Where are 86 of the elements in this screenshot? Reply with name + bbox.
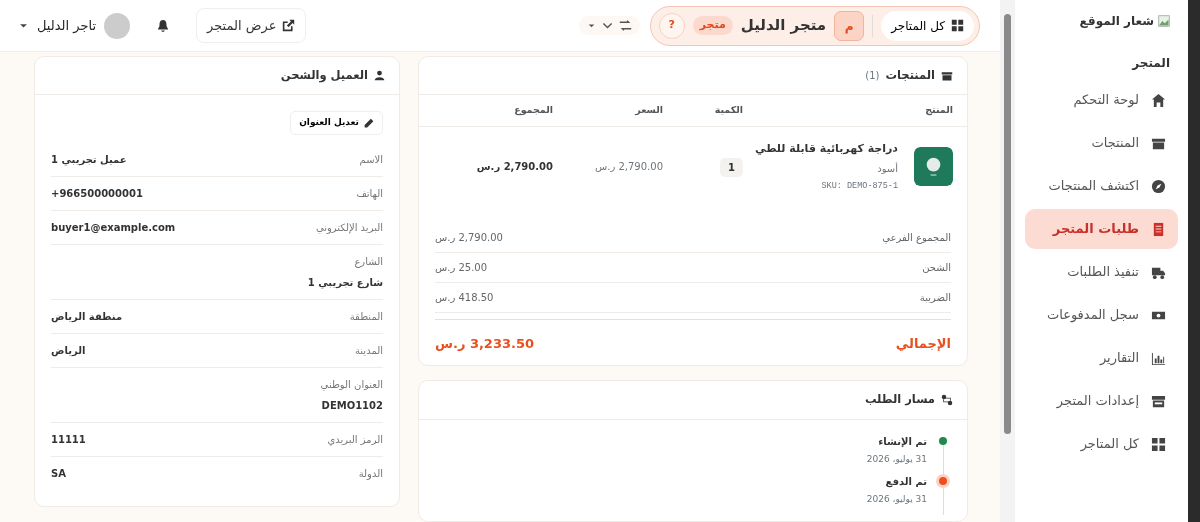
home-icon [1151, 92, 1166, 108]
unit-price: 2,790.00 ر.س [594, 160, 663, 175]
compass-icon [1151, 178, 1166, 194]
box-icon [941, 69, 953, 82]
field-label: الدولة [358, 466, 383, 481]
sidebar-item[interactable]: كل المتاجر [1025, 424, 1178, 464]
column-header: المنتج [924, 103, 953, 118]
field-value: +966500000001 [51, 186, 143, 201]
store-icon [1151, 393, 1166, 409]
total-label: الإجمالي [895, 334, 951, 353]
user-name: تاجر الدليل [37, 16, 97, 35]
scrollbar[interactable] [1000, 0, 1015, 522]
receipt-icon [1151, 221, 1166, 237]
sidebar-item[interactable]: سجل المدفوعات [1025, 295, 1178, 335]
event-date: 31 يوليو، 2026 [866, 452, 927, 466]
view-store-button[interactable]: عرض المتجر [196, 7, 307, 44]
sidebar-item[interactable]: لوحة التحكم [1025, 80, 1178, 120]
product-sku: SKU: DEMO-875-1 [820, 180, 898, 193]
summary-value: 2,790.00 ر.س [435, 230, 503, 245]
field-value: 11111 [51, 432, 86, 447]
total-value: 3,233.50 ر.س [435, 334, 535, 353]
field-label: الرمز البريدي [327, 432, 383, 447]
field-value: الرياض [51, 343, 86, 358]
summary-label: المجموع الفرعي [882, 230, 951, 245]
column-header: الكمية [713, 103, 743, 118]
field-value: DEMO1102 [321, 398, 383, 413]
all-stores-button[interactable]: كل المتاجر [881, 10, 974, 41]
field-label: المنطقة [349, 309, 383, 324]
avatar [104, 12, 131, 39]
summary-label: الشحن [922, 260, 951, 275]
field-label: الشارع [354, 254, 383, 269]
help-button[interactable]: ? [658, 12, 685, 39]
sidebar-item[interactable]: تنفيذ الطلبات [1025, 252, 1178, 292]
sidebar-item[interactable]: إعدادات المتجر [1025, 381, 1178, 421]
field-label: الهاتف [356, 186, 383, 201]
summary-label: الضريبة [919, 290, 951, 305]
edit-address-button[interactable]: تعديل العنوان [290, 111, 383, 135]
field-value: عميل تجريبي 1 [51, 152, 127, 167]
column-header: السعر [634, 103, 663, 118]
sidebar-item[interactable]: التقارير [1025, 338, 1178, 378]
user-icon [374, 70, 385, 82]
store-badge: متجر [692, 16, 733, 35]
card-title: المنتجات [885, 67, 935, 84]
grid-icon [1151, 436, 1166, 452]
quantity: 1 [720, 157, 743, 177]
window-scrollbar[interactable] [1188, 0, 1200, 522]
logo-text: شعار الموقع [1079, 13, 1154, 30]
card-title: مسار الطلب [864, 391, 935, 409]
bell-icon [156, 19, 171, 33]
field-label: الاسم [359, 152, 383, 167]
field-value: buyer1@example.com [51, 220, 176, 235]
section-heading: المتجر [1130, 55, 1171, 72]
product-variant: أسود [876, 161, 898, 176]
summary-value: 418.50 ر.س [435, 290, 494, 305]
item-count: (1) [865, 69, 880, 84]
event-label: تم الدفع [884, 475, 927, 489]
field-label: البريد الإلكتروني [315, 220, 383, 235]
chevron-icon [601, 20, 613, 31]
field-value: SA [51, 466, 66, 481]
sidebar-item[interactable]: اكتشف المنتجات [1025, 166, 1178, 206]
broken-image-icon [1158, 15, 1170, 27]
route-icon [941, 393, 953, 406]
field-value: شارع تجريبي 1 [307, 275, 383, 290]
swap-icon [618, 19, 632, 32]
event-label: تم الإنشاء [877, 434, 927, 449]
event-date: 31 يوليو، 2026 [866, 493, 927, 506]
external-link-icon [282, 19, 296, 32]
switch-store-dropdown[interactable] [578, 16, 640, 35]
sidebar-item[interactable]: طلبات المتجر [1025, 209, 1178, 249]
card-title: العميل والشحن [280, 67, 368, 85]
field-value: منطقة الرياض [51, 309, 123, 324]
caret-icon [586, 21, 596, 30]
grid-icon [951, 19, 964, 32]
user-menu[interactable]: تاجر الدليل [18, 12, 131, 39]
summary-value: 25.00 ر.س [435, 260, 488, 275]
store-avatar: م [834, 10, 865, 41]
product-name: دراجة كهربائية قابلة للطي [755, 140, 898, 157]
column-header: المجموع [513, 103, 553, 118]
store-name: متجر الدليل [740, 15, 827, 37]
field-label: المدينة [354, 343, 383, 358]
pencil-icon [364, 118, 374, 128]
store-switcher[interactable]: كل المتاجر م متجر الدليل متجر ? [649, 5, 980, 46]
line-total: 2,790.00 ر.س [475, 160, 553, 175]
field-label: العنوان الوطني [320, 377, 383, 392]
chart-icon [1151, 350, 1166, 366]
sidebar-item[interactable]: المنتجات [1025, 123, 1178, 163]
